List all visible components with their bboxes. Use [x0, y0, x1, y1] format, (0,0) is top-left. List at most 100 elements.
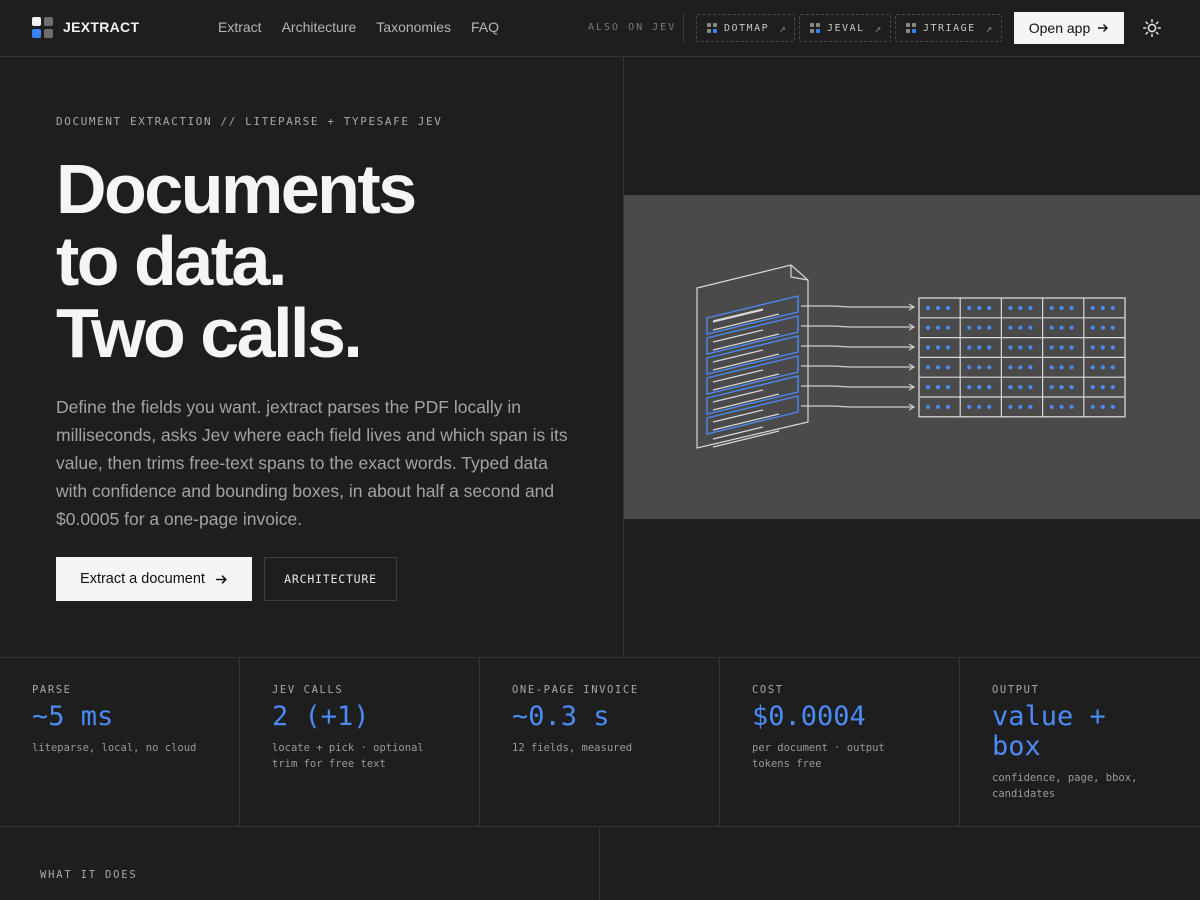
nav-link-taxonomies[interactable]: Taxonomies [376, 19, 451, 35]
table-cell-dot [967, 345, 972, 350]
table-cell-dot [1110, 404, 1115, 409]
stat-caption: liteparse, local, no cloud [32, 742, 197, 754]
table-cell-dot [1008, 325, 1013, 330]
sister-app-dotmap[interactable]: DOTMAP ↗ [696, 14, 795, 42]
headline-line-1: Documents [56, 150, 417, 228]
open-app-button[interactable]: Open app [1014, 12, 1124, 44]
table-cell-dot [967, 404, 972, 409]
stat-label: PARSE [32, 684, 72, 696]
text-line [712, 373, 780, 391]
table-cell-dot [1018, 365, 1023, 370]
sister-app-jeval[interactable]: JEVAL ↗ [799, 14, 891, 42]
table-cell-dot [1110, 385, 1115, 390]
table-cell-dot [1018, 404, 1023, 409]
table-cell-dot [1069, 345, 1074, 350]
stat-output: OUTPUT value + box confidence, page, bbo… [960, 658, 1200, 826]
top-nav: JEXTRACT Extract Architecture Taxonomies… [0, 0, 1200, 57]
table-cell-dot [1090, 404, 1095, 409]
table-cell-dot [977, 385, 982, 390]
table-cell-dot [1100, 404, 1105, 409]
table-cell-dot [987, 325, 992, 330]
table-cell-dot [1028, 385, 1033, 390]
hero-illustration-area [624, 57, 1200, 657]
table-cell-dot [1069, 365, 1074, 370]
table-cell-dot [1110, 325, 1115, 330]
table-cell-dot [945, 345, 951, 350]
nav-link-faq[interactable]: FAQ [471, 19, 499, 35]
table-cell-dot [925, 404, 931, 409]
headline-line-2: to data. [56, 222, 287, 300]
table-cell-dot [925, 365, 931, 370]
table-cell-dot [1008, 305, 1013, 310]
table-cell-dot [1028, 365, 1033, 370]
primary-nav: Extract Architecture Taxonomies FAQ [218, 19, 499, 35]
table-cell-dot [1028, 404, 1033, 409]
table-cell-dot [925, 385, 931, 390]
table-cell-dot [935, 404, 941, 409]
table-cell-dot [1049, 385, 1054, 390]
hero-headline: Documents to data. Two calls. [56, 150, 417, 369]
table-cell-dot [945, 385, 951, 390]
table-cell-dot [935, 365, 941, 370]
table-cell-dot [1008, 385, 1013, 390]
table-cell-dot [1049, 404, 1054, 409]
sister-app-jtriage[interactable]: JTRIAGE ↗ [895, 14, 1002, 42]
table-cell-dot [987, 404, 992, 409]
logo-icon[interactable] [32, 17, 53, 38]
table-cell-dot [945, 305, 951, 310]
table-cell-dot [967, 365, 972, 370]
table-cell-dot [1018, 385, 1023, 390]
document-to-table-illustration [696, 264, 1126, 449]
table-cell-dot [1100, 365, 1105, 370]
sun-icon[interactable] [1142, 18, 1162, 38]
table-cell-dot [967, 385, 972, 390]
text-line [712, 333, 780, 351]
table-cell-dot [1008, 345, 1013, 350]
extract-document-button[interactable]: Extract a document [56, 557, 252, 601]
sister-app-label: JEVAL [827, 22, 865, 34]
stat-value: value + box [992, 701, 1106, 762]
table-cell-dot [1059, 325, 1064, 330]
table-cell-dot [1018, 345, 1023, 350]
stat-value: ~0.3 s [512, 701, 610, 732]
table-cell-dot [977, 305, 982, 310]
stat-caption: confidence, page, bbox, candidates [992, 772, 1138, 800]
stat-cost: COST $0.0004 per document · output token… [720, 658, 960, 826]
extract-document-label: Extract a document [80, 571, 205, 587]
table-cell-dot [987, 385, 992, 390]
table-cell-dot [967, 305, 972, 310]
brand-name[interactable]: JEXTRACT [63, 19, 139, 35]
table-cell-dot [1059, 385, 1064, 390]
stat-label: JEV CALLS [272, 684, 344, 696]
external-arrow-icon: ↗ [985, 21, 993, 35]
app-grid-icon [906, 22, 917, 34]
hero-section: DOCUMENT EXTRACTION // LITEPARSE + TYPES… [0, 57, 624, 657]
table-cell-dot [987, 365, 992, 370]
table-cell-dot [1100, 325, 1105, 330]
stat-value: $0.0004 [752, 701, 866, 732]
nav-link-extract[interactable]: Extract [218, 19, 262, 35]
connector-line [801, 385, 914, 388]
table-cell-dot [1110, 345, 1115, 350]
nav-link-architecture[interactable]: Architecture [282, 19, 357, 35]
table-cell-dot [1090, 345, 1095, 350]
also-on-jev-label: ALSO ON JEV [588, 22, 677, 33]
table-cell-dot [935, 325, 941, 330]
table-cell-dot [935, 305, 941, 310]
table-cell-dot [1069, 404, 1074, 409]
nav-divider [683, 14, 684, 42]
table-cell-dot [1090, 385, 1095, 390]
connector-line [801, 345, 914, 348]
table-cell-dot [1100, 345, 1105, 350]
app-grid-icon [707, 22, 718, 34]
open-app-label: Open app [1028, 20, 1091, 36]
table-cell-dot [1018, 325, 1023, 330]
stat-label: OUTPUT [992, 684, 1040, 696]
table-cell-dot [1049, 325, 1054, 330]
sister-app-label: DOTMAP [724, 22, 770, 34]
table-cell-dot [1110, 305, 1115, 310]
table-cell-dot [1090, 325, 1095, 330]
architecture-button[interactable]: ARCHITECTURE [264, 557, 397, 601]
stat-value: 2 (+1) [272, 701, 370, 732]
stat-caption: locate + pick · optional trim for free t… [272, 742, 424, 770]
